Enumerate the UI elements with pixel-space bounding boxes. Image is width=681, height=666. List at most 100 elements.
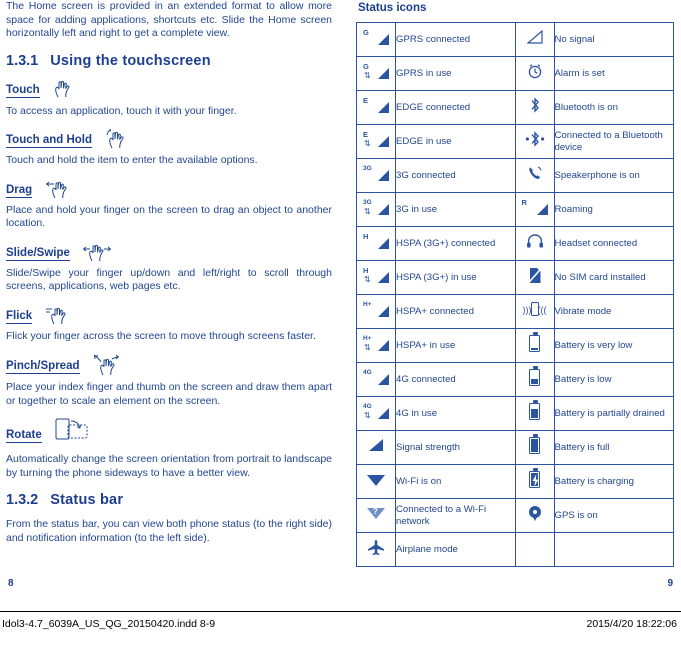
touch-hold-hand-icon	[104, 128, 130, 150]
3g-connected-icon: 3G	[356, 158, 396, 193]
table-row: 4G 4G connected Battery is low	[356, 362, 674, 397]
vibrate-icon: )))(((	[514, 294, 555, 329]
gesture-drag: Drag	[6, 178, 332, 200]
pinch-spread-hand-icon	[92, 353, 122, 377]
gps-icon	[514, 498, 555, 533]
flick-hand-icon	[45, 304, 73, 326]
table-row: 4G ⇅ 4G in use Battery is partially drain…	[356, 396, 674, 431]
footer-divider	[0, 611, 681, 612]
page-number-right: 9	[667, 578, 673, 589]
section-number: 1.3.2	[6, 492, 39, 508]
status-icons-heading: Status icons	[358, 2, 427, 14]
status-label: Vibrate mode	[553, 294, 674, 329]
bluetooth-connected-icon	[514, 124, 555, 159]
status-label: Headset connected	[553, 226, 674, 261]
edge-connected-icon: E	[356, 90, 396, 125]
gesture-touch-and-hold-text: Touch and hold the item to enter the ava…	[6, 154, 258, 166]
status-label: Bluetooth is on	[553, 90, 674, 125]
headset-icon	[514, 226, 555, 261]
table-row: H HSPA (3G+) connected Headset connected	[356, 226, 674, 261]
rotate-screen-icon	[54, 418, 88, 449]
status-label: HSPA+ connected	[395, 294, 516, 329]
empty-icon-cell	[514, 532, 555, 567]
status-label: 4G connected	[395, 362, 516, 397]
gesture-label: Touch and Hold	[6, 134, 93, 149]
hspa-plus-in-use-icon: H+ ⇅	[356, 328, 396, 363]
gesture-pinch-spread-text: Place your index finger and thumb on the…	[6, 381, 332, 407]
gprs-in-use-icon: G ⇅	[356, 56, 396, 91]
table-row: Airplane mode	[356, 532, 674, 567]
table-row: G GPRS connected No signal	[356, 22, 674, 57]
speakerphone-icon	[514, 158, 555, 193]
gesture-slide-swipe: Slide/Swipe	[6, 241, 332, 263]
status-label: Wi-Fi is on	[395, 464, 516, 499]
hspa-plus-connected-icon: H+	[356, 294, 396, 329]
status-label: No SIM card installed	[553, 260, 674, 295]
drag-hand-icon	[45, 178, 75, 200]
status-label: Battery is low	[553, 362, 674, 397]
gesture-label: Slide/Swipe	[6, 246, 70, 261]
status-label: Alarm is set	[553, 56, 674, 91]
gesture-label: Touch	[6, 83, 40, 98]
wifi-connected-icon: ?	[356, 498, 396, 533]
table-row: 3G ⇅ 3G in use R Roaming	[356, 192, 674, 227]
gesture-label: Rotate	[6, 428, 42, 443]
print-timestamp: 2015/4/20 18:22:06	[586, 618, 677, 630]
status-label: 3G connected	[395, 158, 516, 193]
status-label: HSPA (3G+) in use	[395, 260, 516, 295]
battery-full-icon	[514, 430, 555, 465]
battery-charging-icon	[514, 464, 555, 499]
gesture-rotate: Rotate	[6, 418, 332, 449]
gprs-connected-icon: G	[356, 22, 396, 57]
gesture-flick-text: Flick your finger across the screen to m…	[6, 329, 316, 342]
status-label: Battery is full	[553, 430, 674, 465]
alarm-icon	[514, 56, 555, 91]
section-title: Status bar	[50, 492, 124, 508]
status-label: Battery is very low	[553, 328, 674, 363]
status-label: GPRS in use	[395, 56, 516, 91]
table-row: Signal strength Battery is full	[356, 430, 674, 465]
table-row: H+ ⇅ HSPA+ in use Battery is very low	[356, 328, 674, 363]
status-label: 4G in use	[395, 396, 516, 431]
gesture-slide-swipe-text: Slide/Swipe your finger up/down and left…	[6, 266, 332, 293]
left-page-column: The Home screen is provided in an extend…	[6, 0, 332, 554]
gesture-label: Drag	[6, 183, 33, 198]
table-row: H+ HSPA+ connected )))((( Vibrate mode	[356, 294, 674, 329]
3g-in-use-icon: 3G ⇅	[356, 192, 396, 227]
status-label: HSPA+ in use	[395, 328, 516, 363]
wifi-on-icon	[356, 464, 396, 499]
table-row: ? Connected to a Wi-Fi network GPS is on	[356, 498, 674, 533]
table-row: Wi-Fi is on Battery is charging	[356, 464, 674, 499]
table-row: E ⇅ EDGE in use Connected to a Bluetooth …	[356, 124, 674, 159]
status-bar-paragraph: From the status bar, you can view both p…	[6, 518, 332, 544]
status-label: Airplane mode	[395, 532, 516, 567]
status-label: EDGE in use	[395, 124, 516, 159]
status-label: 3G in use	[395, 192, 516, 227]
roaming-icon: R	[514, 192, 555, 227]
section-title: Using the touchscreen	[50, 52, 211, 69]
status-icons-table: G GPRS connected No signal G ⇅ GPRS in us…	[356, 22, 674, 567]
status-label: Roaming	[553, 192, 674, 227]
airplane-mode-icon	[356, 532, 396, 567]
4g-in-use-icon: 4G ⇅	[356, 396, 396, 431]
gesture-rotate-text: Automatically change the screen orientat…	[6, 453, 332, 479]
status-label: EDGE connected	[395, 90, 516, 125]
status-label: Speakerphone is on	[553, 158, 674, 193]
intro-paragraph: The Home screen is provided in an extend…	[6, 0, 332, 39]
manual-page-spread: The Home screen is provided in an extend…	[0, 0, 681, 666]
signal-strength-icon	[356, 430, 396, 465]
4g-connected-icon: 4G	[356, 362, 396, 397]
gesture-pinch-spread: Pinch/Spread	[6, 353, 332, 377]
section-heading-using-the-touchscreen: 1.3.1 Using the touchscreen	[6, 53, 332, 69]
gesture-flick: Flick	[6, 304, 332, 326]
status-label: Battery is charging	[553, 464, 674, 499]
status-label: GPS is on	[553, 498, 674, 533]
table-row: H ⇅ HSPA (3G+) in use No SIM card install…	[356, 260, 674, 295]
status-label	[553, 532, 674, 567]
no-sim-icon	[514, 260, 555, 295]
status-label: Connected to a Wi-Fi network	[395, 498, 516, 533]
status-label: No signal	[553, 22, 674, 57]
swipe-hand-icon	[82, 241, 112, 263]
hspa-in-use-icon: H ⇅	[356, 260, 396, 295]
gesture-touch-and-hold: Touch and Hold	[6, 128, 332, 150]
